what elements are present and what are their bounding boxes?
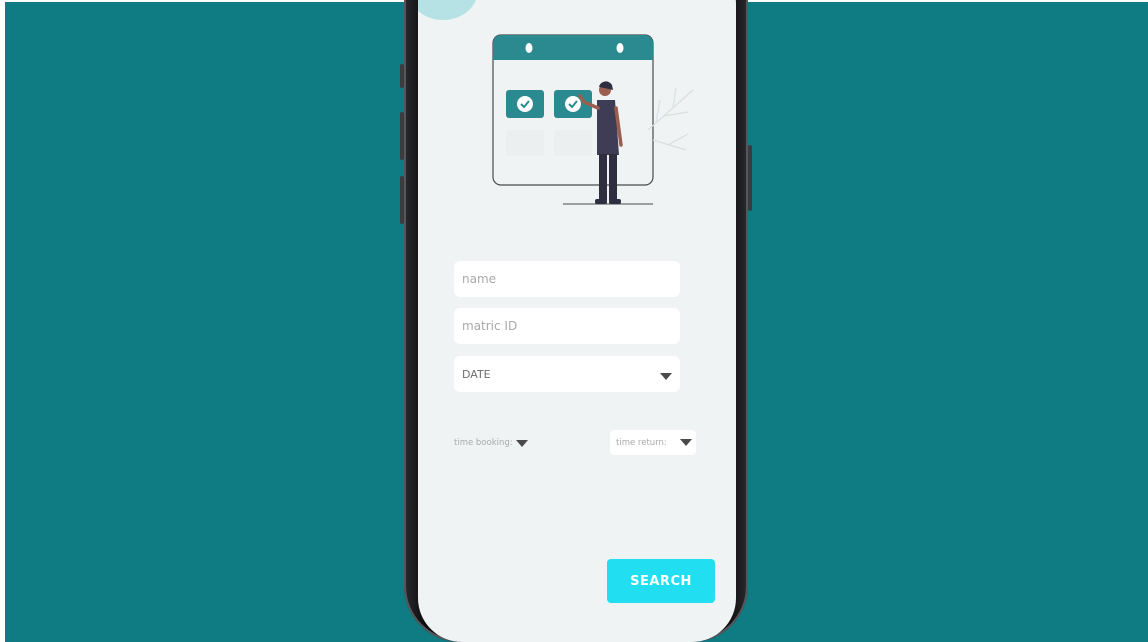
caret-down-icon [660,372,672,380]
phone-side-button [400,64,404,88]
caret-down-icon [515,439,528,447]
time-return-label: time return: [616,437,667,448]
phone-power-button [748,145,752,211]
name-input[interactable] [454,261,680,297]
matric-id-input[interactable] [454,308,680,344]
phone-screen: DATE time booking: time return: SEARCH [418,0,736,642]
search-button[interactable]: SEARCH [607,559,715,603]
date-select[interactable]: DATE [454,356,680,392]
time-booking-label: time booking: [454,438,513,448]
phone-volume-down-button [400,176,404,224]
decorative-blob [418,0,478,20]
date-select-label: DATE [462,367,491,381]
time-booking-select[interactable]: time booking: [454,434,528,452]
page: DATE time booking: time return: SEARCH [0,0,1148,642]
time-return-select[interactable]: time return: [610,430,696,455]
phone-volume-up-button [400,112,404,160]
calendar-booking-illustration [492,34,694,205]
caret-down-icon [680,439,692,446]
